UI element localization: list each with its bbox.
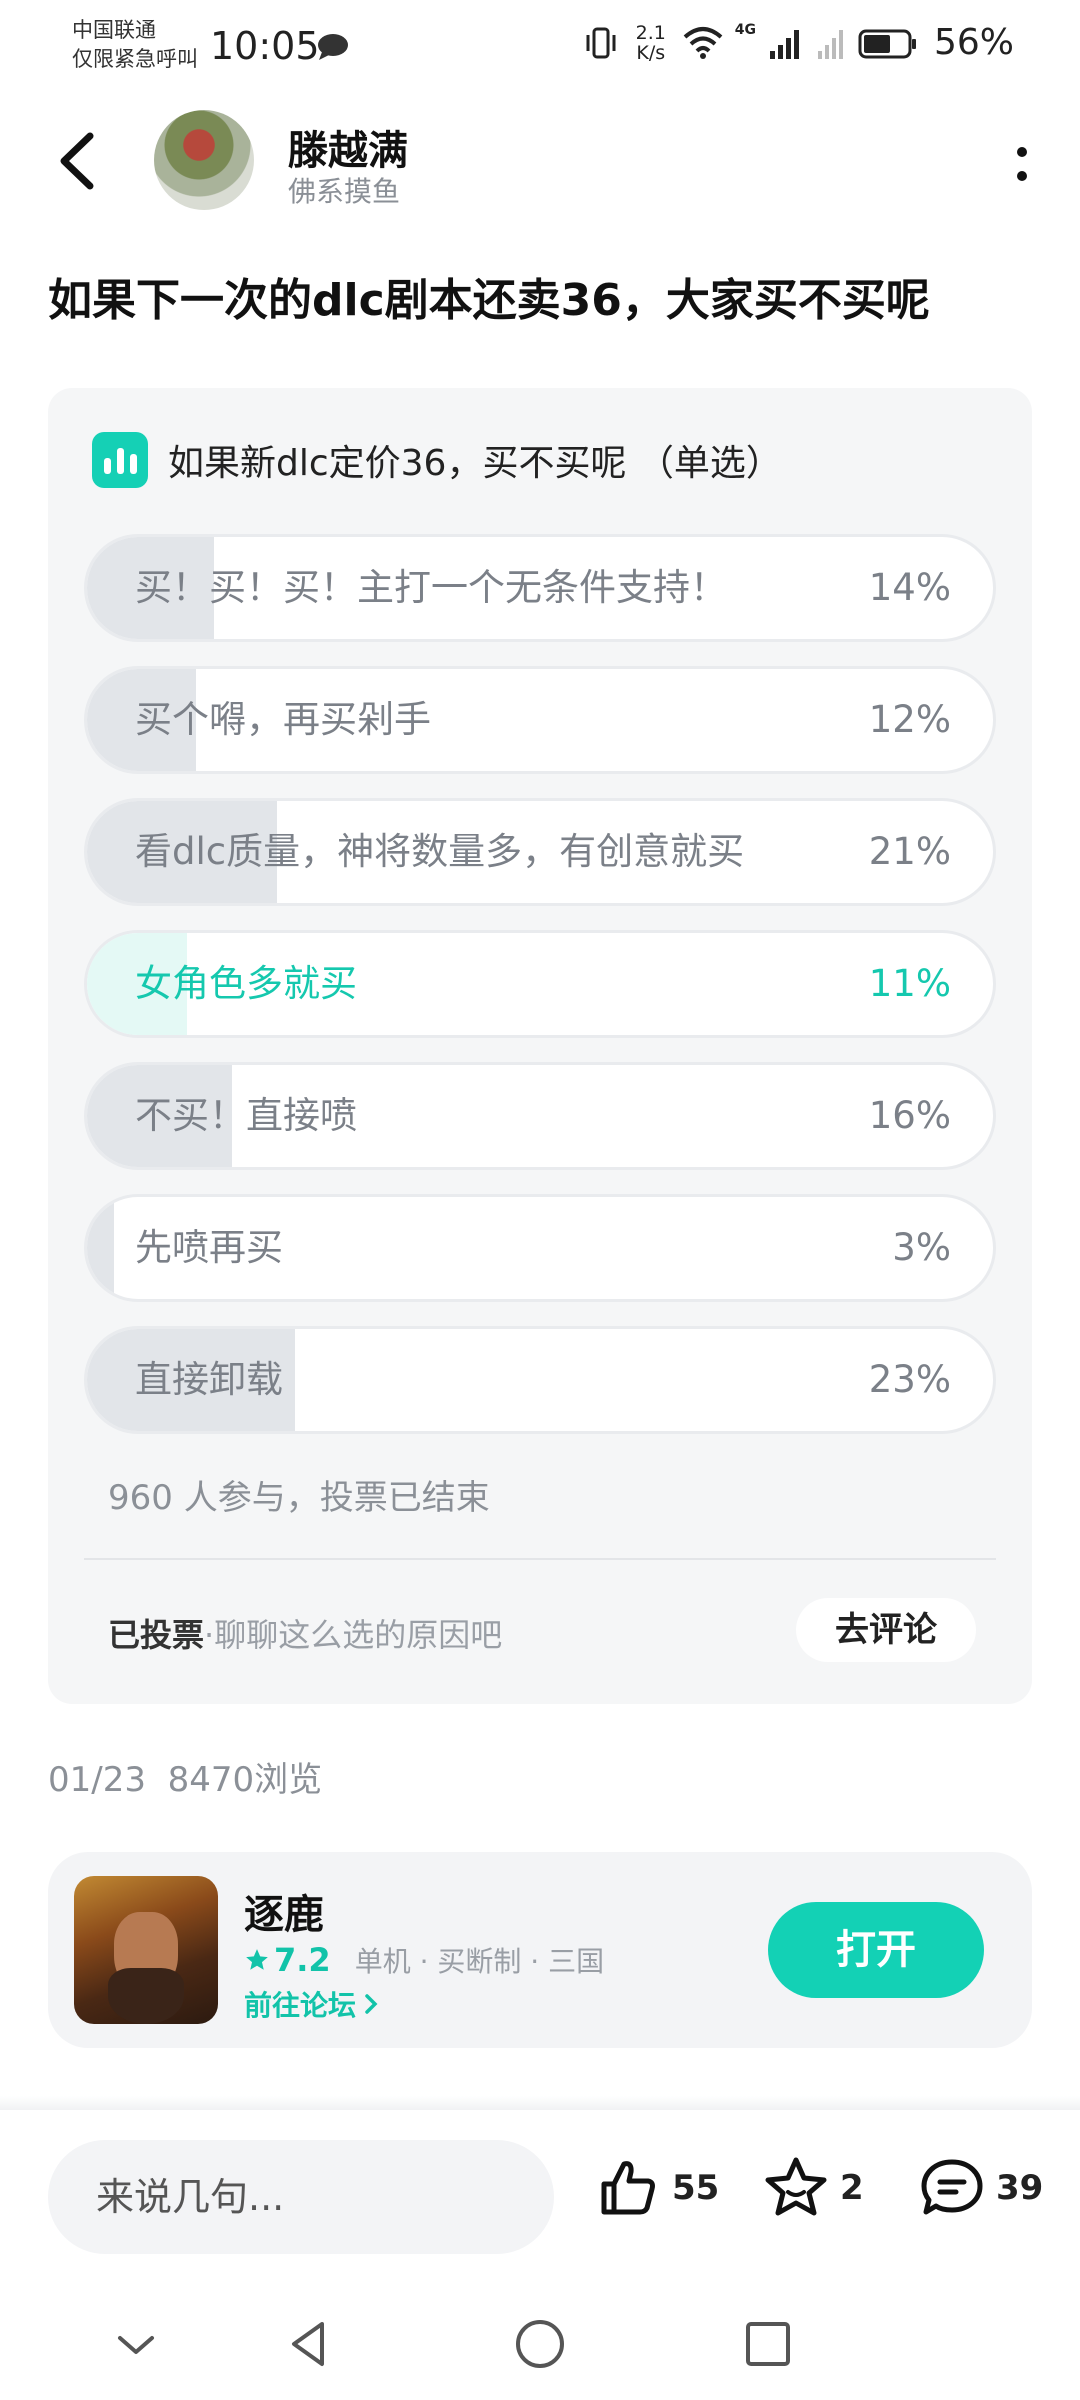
nav-hide-icon[interactable]	[106, 2314, 166, 2374]
post-views: 8470浏览	[167, 1760, 323, 1800]
thumbs-up-icon	[601, 2161, 655, 2215]
status-bar: 中国联通 仅限紧急呼叫 10:05 2.1 K/s 4G 56%	[0, 0, 1080, 96]
poll-option[interactable]: 直接卸载 23%	[84, 1326, 996, 1434]
poll-participation: 960 人参与，投票已结束	[108, 1478, 490, 1518]
voted-label: 已投票	[108, 1616, 205, 1654]
action-bar: 来说几句... 55 2 39	[0, 2110, 1080, 2286]
poll-card: 如果新dlc定价36，买不买呢 （单选） 买！买！买！主打一个无条件支持！ 14%…	[48, 388, 1032, 1704]
comment-count: 39	[996, 2168, 1044, 2208]
poll-chart-icon	[92, 432, 148, 488]
poll-option-label: 直接卸载	[135, 1358, 283, 1401]
poll-option-percent: 12%	[868, 698, 951, 741]
post-title: 如果下一次的dlc剧本还卖36，大家买不买呢	[48, 275, 930, 326]
nav-home-icon[interactable]	[510, 2314, 570, 2374]
author-avatar[interactable]	[154, 110, 254, 210]
author-subtitle: 佛系摸鱼	[288, 175, 401, 208]
post-meta: 01/23 8470浏览	[48, 1752, 322, 1801]
game-icon[interactable]	[74, 1876, 218, 2024]
star-outline-icon	[765, 2157, 827, 2216]
like-button[interactable]: 55	[594, 2154, 719, 2222]
battery-percent: 56%	[933, 22, 1014, 63]
chevron-right-icon	[365, 1994, 378, 2014]
poll-option[interactable]: 买个嘚，再买剁手 12%	[84, 666, 996, 774]
voted-hint: ·聊聊这么选的原因吧	[204, 1616, 503, 1654]
poll-option-percent: 14%	[868, 566, 951, 609]
post-header: 滕越满 佛系摸鱼	[0, 100, 1080, 230]
comment-bubble-icon	[921, 2159, 983, 2215]
more-options-icon[interactable]	[1002, 140, 1042, 190]
signal-empty-icon	[817, 29, 843, 59]
comment-button[interactable]: 39	[918, 2154, 1043, 2222]
poll-option[interactable]: 买！买！买！主打一个无条件支持！ 14%	[84, 534, 996, 642]
poll-option[interactable]: 先喷再买 3%	[84, 1194, 996, 1302]
vibrate-icon	[586, 27, 616, 58]
poll-option-percent: 23%	[868, 1358, 951, 1401]
poll-option-percent: 3%	[892, 1226, 951, 1269]
status-icons: 2.1 K/s 4G 56%	[583, 22, 1014, 63]
signal-icon	[769, 29, 799, 59]
wifi-icon	[683, 26, 723, 59]
poll-option-percent: 11%	[868, 962, 951, 1005]
system-nav-bar	[0, 2290, 1080, 2400]
poll-option[interactable]: 女角色多就买 11%	[84, 930, 996, 1038]
star-icon	[246, 1949, 268, 1970]
battery-icon	[858, 29, 916, 58]
like-count: 55	[672, 2168, 720, 2208]
poll-option[interactable]: 不买！直接喷 16%	[84, 1062, 996, 1170]
poll-option-label: 买！买！买！主打一个无条件支持！	[135, 566, 727, 609]
poll-option-label: 女角色多就买	[135, 962, 357, 1005]
game-name[interactable]: 逐鹿	[244, 1882, 324, 1940]
voted-status: 已投票·聊聊这么选的原因吧	[108, 1610, 502, 1656]
bottom-divider	[0, 2096, 1080, 2110]
network-type: 4G	[734, 22, 756, 38]
nav-recents-icon[interactable]	[738, 2314, 798, 2374]
carrier-info: 中国联通 仅限紧急呼叫	[72, 16, 198, 74]
game-tags: 单机 · 买断制 · 三国	[354, 1945, 605, 1978]
comment-input[interactable]: 来说几句...	[48, 2140, 554, 2254]
poll-divider	[84, 1558, 996, 1560]
poll-option-label: 先喷再买	[135, 1226, 283, 1269]
favorite-button[interactable]: 2	[762, 2154, 864, 2222]
game-info: 7.2 单机 · 买断制 · 三国	[244, 1940, 604, 1980]
poll-option[interactable]: 看dlc质量，神将数量多，有创意就买 21%	[84, 798, 996, 906]
back-button[interactable]	[50, 126, 110, 196]
nav-back-icon[interactable]	[278, 2314, 338, 2374]
favorite-count: 2	[840, 2168, 864, 2208]
poll-option-label: 看dlc质量，神将数量多，有创意就买	[135, 830, 745, 873]
open-game-button[interactable]: 打开	[768, 1902, 984, 1998]
poll-title: 如果新dlc定价36，买不买呢 （单选）	[168, 443, 782, 484]
game-forum-label: 前往论坛	[244, 1989, 357, 2022]
speed-value: 2.1	[635, 21, 666, 44]
poll-option-bar	[87, 1197, 115, 1299]
post-date: 01/23	[48, 1760, 146, 1800]
status-time: 10:05	[210, 24, 320, 68]
carrier-status: 仅限紧急呼叫	[72, 47, 198, 71]
poll-header: 如果新dlc定价36，买不买呢 （单选）	[92, 432, 782, 488]
carrier-name: 中国联通	[72, 18, 156, 42]
game-forum-link[interactable]: 前往论坛	[244, 1984, 380, 2024]
game-rating-value: 7.2	[274, 1941, 331, 1979]
poll-option-label: 不买！直接喷	[135, 1094, 357, 1137]
go-comment-button[interactable]: 去评论	[796, 1598, 976, 1662]
poll-option-label: 买个嘚，再买剁手	[135, 698, 431, 741]
network-speed: 2.1 K/s	[631, 23, 671, 63]
speed-unit: K/s	[636, 41, 666, 64]
message-bubble-icon	[318, 34, 348, 60]
game-rating: 7.2	[244, 1941, 331, 1979]
author-name[interactable]: 滕越满	[288, 118, 408, 176]
poll-option-percent: 16%	[868, 1094, 951, 1137]
poll-option-percent: 21%	[868, 830, 951, 873]
game-card[interactable]: 逐鹿 7.2 单机 · 买断制 · 三国 前往论坛 打开	[48, 1852, 1032, 2048]
